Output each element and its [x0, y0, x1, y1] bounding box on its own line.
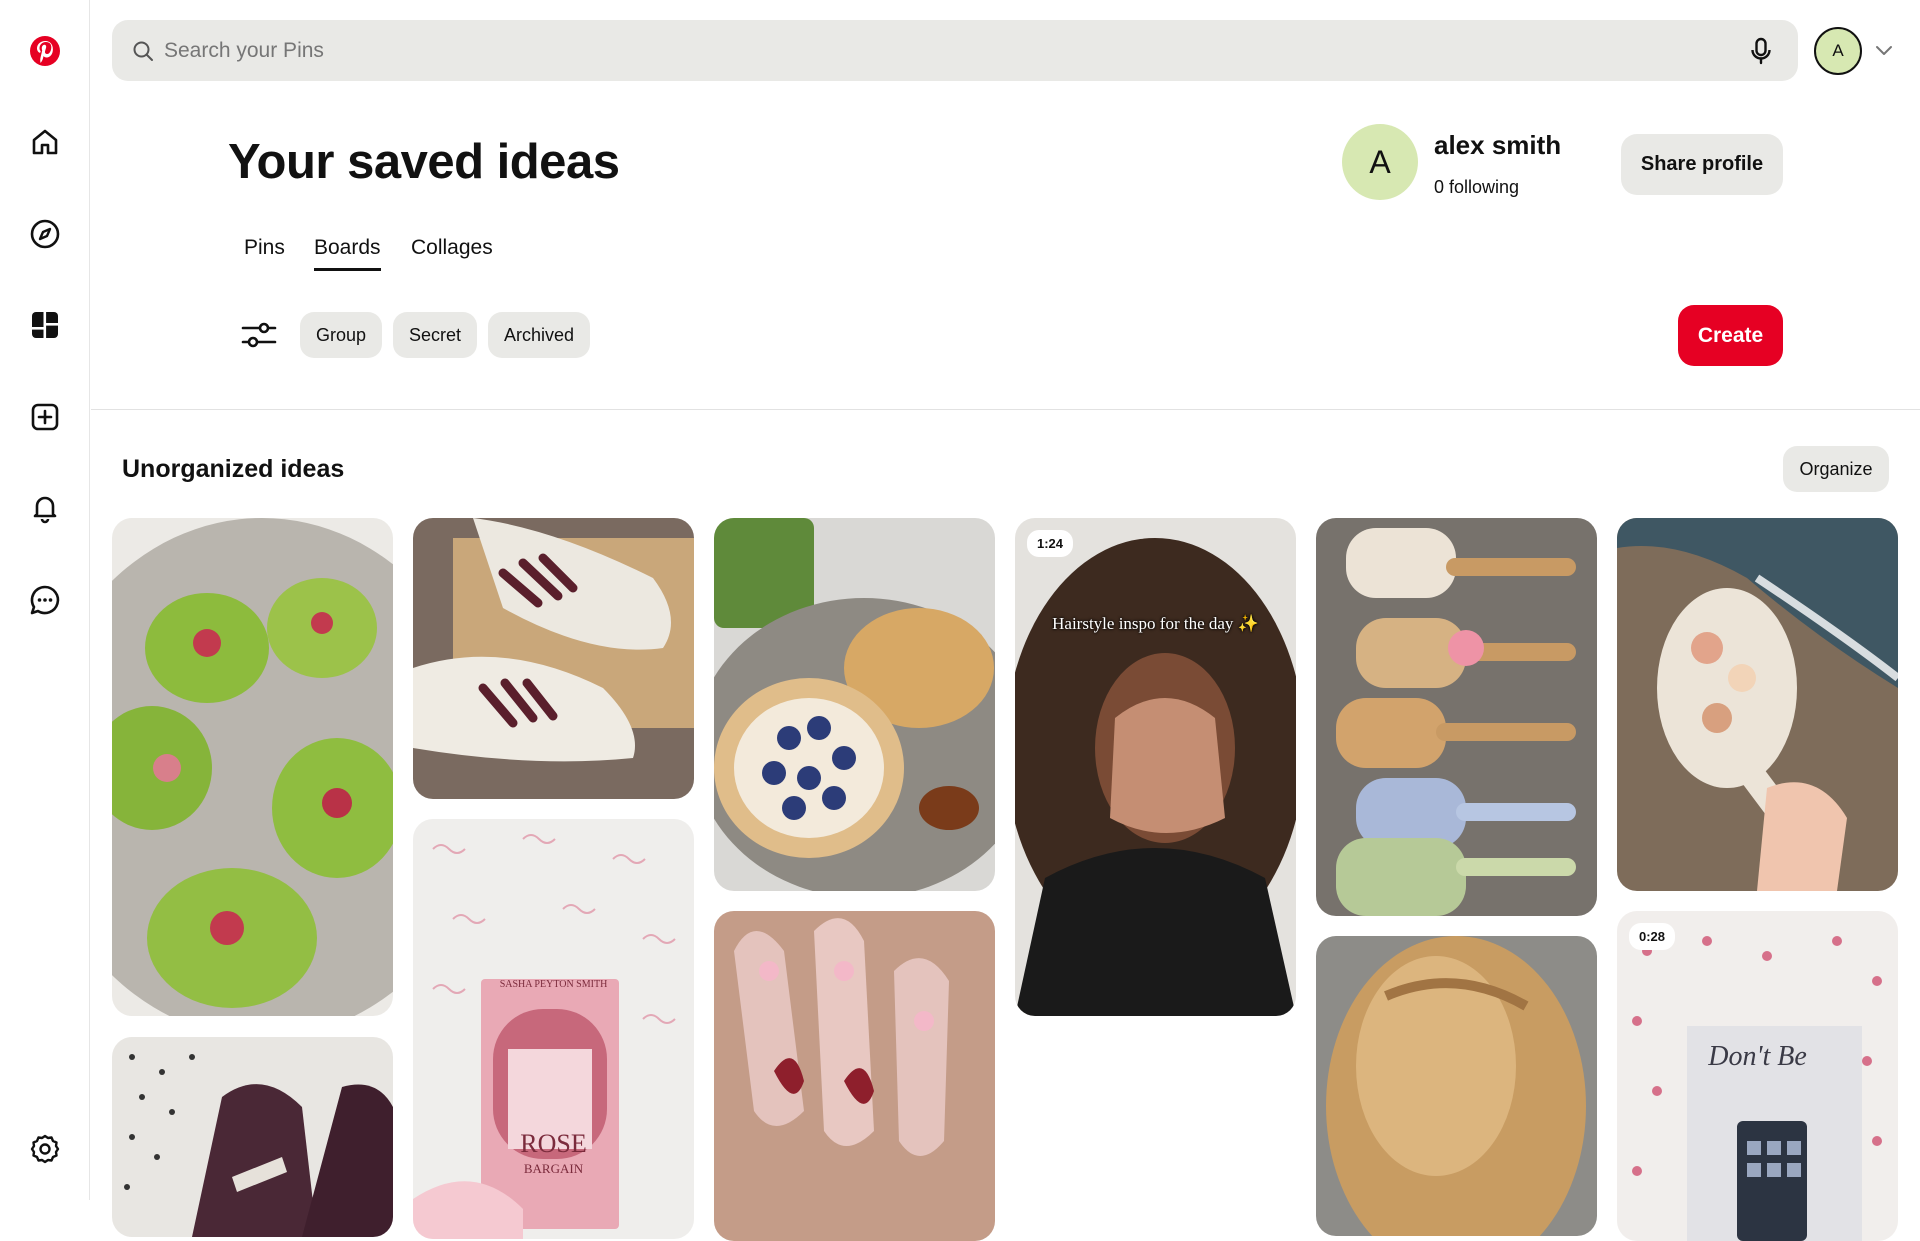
- pin-matcha-strawberry-treats[interactable]: [112, 518, 393, 1016]
- filter-archived-chip[interactable]: Archived: [488, 312, 591, 358]
- settings-icon[interactable]: [25, 1129, 65, 1169]
- messages-icon[interactable]: [25, 580, 65, 620]
- video-duration-badge: 0:28: [1629, 923, 1676, 950]
- pin-image: [112, 1037, 393, 1237]
- dashboard-icon[interactable]: [25, 305, 65, 345]
- pin-image: [1015, 518, 1296, 1016]
- home-icon[interactable]: [25, 122, 65, 162]
- profile-name[interactable]: alex smith: [1434, 130, 1561, 161]
- pin-braided-hair[interactable]: [1316, 936, 1597, 1236]
- filter-secret-chip[interactable]: Secret: [393, 312, 478, 358]
- following-count[interactable]: 0 following: [1434, 177, 1519, 198]
- organize-button[interactable]: Organize: [1783, 446, 1889, 492]
- pin-image: [1316, 518, 1597, 916]
- microphone-icon[interactable]: [1744, 34, 1778, 68]
- pin-hairstyle-video[interactable]: 1:24 Hairstyle inspo for the day ✨: [1015, 518, 1296, 1016]
- filter-group-chip[interactable]: Group: [300, 312, 383, 358]
- avatar[interactable]: A: [1814, 27, 1862, 75]
- filter-sliders-icon[interactable]: [240, 318, 278, 352]
- create-button[interactable]: Create: [1678, 305, 1783, 366]
- pin-polka-dot-sneakers[interactable]: [112, 1037, 393, 1237]
- pin-image: [714, 518, 995, 891]
- pin-image: [1617, 911, 1898, 1241]
- pin-image: [413, 518, 694, 799]
- pin-bagel-breakfast[interactable]: [714, 518, 995, 891]
- profile-avatar[interactable]: A: [1342, 124, 1418, 200]
- pin-painted-hairbrushes[interactable]: [1316, 518, 1597, 916]
- share-profile-button[interactable]: Share profile: [1621, 134, 1783, 195]
- video-duration-badge: 1:24: [1027, 530, 1074, 557]
- section-title: Unorganized ideas: [122, 455, 345, 483]
- pinterest-logo-icon[interactable]: [25, 31, 65, 71]
- pin-floral-nails[interactable]: [714, 911, 995, 1241]
- book-author: SASHA PEYTON SMITH: [499, 979, 608, 990]
- pin-image: [714, 911, 995, 1241]
- pin-image: [112, 518, 393, 1016]
- tab-boards[interactable]: Boards: [314, 236, 381, 271]
- create-icon[interactable]: [25, 397, 65, 437]
- notifications-icon[interactable]: [25, 488, 65, 528]
- chevron-down-icon[interactable]: [1872, 38, 1896, 62]
- search-icon: [133, 41, 153, 61]
- tab-pins[interactable]: Pins: [244, 236, 285, 268]
- search-input[interactable]: [164, 38, 1744, 63]
- card-text: Don't Be: [1708, 1041, 1807, 1072]
- explore-icon[interactable]: [25, 214, 65, 254]
- pin-rose-bargain-book[interactable]: SASHA PEYTON SMITH ROSE BARGAIN: [413, 819, 694, 1239]
- tab-collages[interactable]: Collages: [411, 236, 493, 268]
- search-bar[interactable]: [112, 20, 1798, 81]
- pin-seashell-mirror[interactable]: [1617, 518, 1898, 891]
- sidebar: [0, 0, 90, 1200]
- pin-image: [1617, 518, 1898, 891]
- page-title: Your saved ideas: [228, 135, 620, 189]
- video-caption: Hairstyle inspo for the day ✨: [1052, 614, 1259, 633]
- pin-image: [1316, 936, 1597, 1236]
- pin-burgundy-sneakers[interactable]: [413, 518, 694, 799]
- pin-dont-be-card-video[interactable]: 0:28 Don't Be: [1617, 911, 1898, 1241]
- book-title: ROSE: [520, 1129, 587, 1158]
- book-subtitle: BARGAIN: [523, 1161, 584, 1176]
- divider: [91, 409, 1920, 410]
